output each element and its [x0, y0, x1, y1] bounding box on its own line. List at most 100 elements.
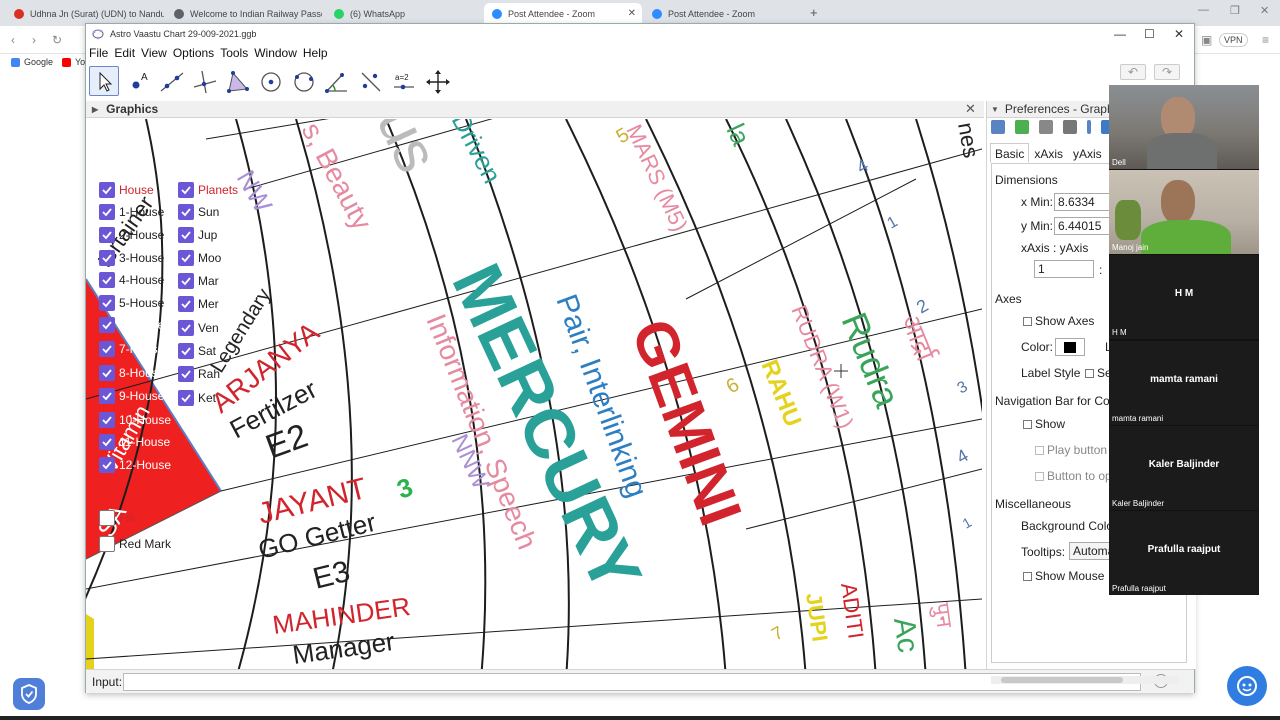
graphics-settings-icon[interactable] — [991, 120, 1005, 134]
close-graphics-view-icon[interactable]: ✕ — [965, 101, 976, 117]
input-field[interactable] — [123, 673, 1141, 691]
undo-button[interactable]: ↶ — [1120, 64, 1146, 80]
sidebar-icon[interactable]: ▣ — [1201, 33, 1212, 47]
graphics-view-header: ▶ Graphics — [86, 101, 984, 118]
chat-bot-icon — [1237, 676, 1257, 696]
menu-window[interactable]: Window — [254, 46, 297, 60]
menu-help[interactable]: Help — [303, 46, 328, 60]
reflect-tool-button[interactable] — [355, 66, 385, 96]
participant-tile-prafulla[interactable]: Prafulla raajput Prafulla raajput — [1109, 511, 1259, 595]
move-view-tool-button[interactable] — [422, 66, 452, 96]
point-tool-button[interactable]: A — [123, 66, 153, 96]
play-button-checkbox[interactable]: Play button — [1035, 443, 1107, 457]
menu-icon[interactable]: ≡ — [1262, 33, 1269, 47]
checkbox-planet-jup[interactable]: Jup — [178, 227, 217, 243]
menu-tools[interactable]: Tools — [220, 46, 248, 60]
checkbox-planets[interactable]: Planets — [178, 182, 238, 198]
checkbox-house-2[interactable]: 2-House — [99, 227, 164, 243]
back-icon[interactable]: ‹ — [11, 33, 15, 47]
line-tool-button[interactable] — [156, 66, 186, 96]
participant-tile-hm[interactable]: H M H M — [1109, 255, 1259, 339]
label-aditi: ADITI — [836, 581, 869, 640]
collapse-triangle-icon[interactable]: ▶ — [92, 105, 98, 114]
participant-tile-kaler[interactable]: Kaler Baljinder Kaler Baljinder — [1109, 426, 1259, 510]
minimize-icon[interactable]: — — [1114, 27, 1126, 41]
browser-tab-zoom-active[interactable]: Post Attendee - Zoom ✕ — [484, 3, 642, 25]
menu-edit[interactable]: Edit — [114, 46, 135, 60]
slider-tool-button[interactable]: a=2 — [388, 66, 418, 96]
bookmark-google[interactable]: Google — [11, 57, 53, 67]
browser-tab-whatsapp[interactable]: (6) WhatsApp — [326, 3, 482, 25]
chat-assistant-button[interactable] — [1227, 666, 1267, 706]
redo-button[interactable]: ↷ — [1154, 64, 1180, 80]
checkbox-house-3[interactable]: 3-House — [99, 250, 164, 266]
button-to-open-checkbox[interactable]: Button to op — [1035, 469, 1112, 483]
checkbox-red-mark[interactable]: Red Mark — [99, 536, 171, 552]
checkbox-fill[interactable]: Fill — [99, 510, 134, 526]
circle-three-points-tool-button[interactable] — [288, 66, 318, 96]
browser-tab-zoom[interactable]: Post Attendee - Zoom — [644, 3, 802, 25]
show-axes-checkbox[interactable]: Show Axes — [1023, 314, 1094, 328]
checkbox-planet-mar[interactable]: Mar — [178, 273, 219, 289]
browser-shield-button[interactable] — [13, 678, 45, 710]
participant-tile-mamta[interactable]: mamta ramani mamta ramani — [1109, 341, 1259, 425]
maximize-icon[interactable]: ☐ — [1144, 27, 1155, 41]
checkbox-planet-mer[interactable]: Mer — [178, 296, 219, 312]
checkbox-planet-rah[interactable]: Rah — [178, 366, 220, 382]
checkbox-planet-moo[interactable]: Moo — [178, 250, 221, 266]
checkbox-house-5[interactable]: 5-House — [99, 295, 164, 311]
polygon-tool-button[interactable] — [222, 66, 252, 96]
checkbox-house-1[interactable]: 1-House — [99, 204, 164, 220]
bookmark-youtube[interactable]: Yo — [62, 57, 85, 67]
menu-file[interactable]: File — [89, 46, 108, 60]
checkbox-house-12[interactable]: 12-House — [99, 457, 171, 473]
checkbox-house-10[interactable]: 10-House — [99, 412, 171, 428]
spreadsheet-settings-icon[interactable] — [1039, 120, 1053, 134]
reload-icon[interactable]: ↻ — [52, 33, 62, 47]
show-mouse-coords-checkbox[interactable]: Show Mouse — [1023, 569, 1104, 583]
tab-basic[interactable]: Basic — [990, 143, 1030, 163]
label-style-serif-checkbox[interactable]: Se — [1085, 366, 1112, 380]
minimize-icon[interactable]: — — [1198, 4, 1209, 16]
vpn-badge[interactable]: VPN — [1219, 33, 1248, 47]
checkbox-house-4[interactable]: 4-House — [99, 272, 164, 288]
checkbox-house-9[interactable]: 9-House — [99, 388, 164, 404]
move-tool-button[interactable] — [89, 66, 119, 96]
checkbox-house-11[interactable]: 11-House — [99, 434, 170, 450]
checkbox-house[interactable]: House — [99, 182, 154, 198]
browser-tab-railway[interactable]: Udhna Jn (Surat) (UDN) to Nandurb — [6, 3, 164, 25]
perpendicular-tool-button[interactable] — [189, 66, 219, 96]
circle-tool-button[interactable] — [255, 66, 285, 96]
axis-ratio-input[interactable]: 1 — [1034, 260, 1094, 278]
tab-xaxis[interactable]: xAxis — [1029, 143, 1068, 163]
graphics-canvas[interactable]: tertainer NW s, Beauty us Driven MARS (M… — [86, 119, 982, 669]
tab-yaxis[interactable]: yAxis — [1068, 143, 1107, 163]
close-icon[interactable]: ✕ — [1174, 27, 1184, 41]
new-tab-button[interactable]: + — [810, 5, 818, 20]
participant-tile-manoj[interactable]: Manoj jain — [1109, 170, 1259, 254]
checkbox-house-8[interactable]: 8-House — [99, 365, 164, 381]
layout-settings-icon[interactable] — [1087, 120, 1091, 134]
nav-show-checkbox[interactable]: Show — [1023, 417, 1065, 431]
cas-settings-icon[interactable] — [1063, 120, 1077, 134]
checkbox-planet-ket[interactable]: Ket — [178, 390, 216, 406]
algebra-settings-icon[interactable] — [1015, 120, 1029, 134]
checkbox-house-6[interactable]: 6-House — [99, 317, 164, 333]
menu-options[interactable]: Options — [173, 46, 214, 60]
participant-tile-dell[interactable]: Dell — [1109, 85, 1259, 169]
checkbox-planet-sun[interactable]: Sun — [178, 204, 219, 220]
scrollbar-thumb[interactable] — [1001, 677, 1123, 683]
collapse-triangle-icon[interactable]: ▼ — [991, 105, 999, 114]
menu-view[interactable]: View — [141, 46, 167, 60]
forward-icon[interactable]: › — [32, 33, 36, 47]
checkbox-planet-sat[interactable]: Sat — [178, 343, 216, 359]
close-tab-icon[interactable]: ✕ — [628, 8, 636, 19]
checkbox-planet-ven[interactable]: Ven — [178, 320, 219, 336]
angle-tool-button[interactable] — [321, 66, 351, 96]
restore-icon[interactable]: ❐ — [1230, 4, 1240, 17]
checkbox-house-7[interactable]: 7-House — [99, 341, 164, 357]
browser-tab-irctc[interactable]: Welcome to Indian Railway Passeng — [166, 3, 322, 25]
close-window-icon[interactable]: ✕ — [1260, 4, 1269, 17]
preferences-horizontal-scrollbar[interactable] — [991, 676, 1179, 684]
axes-color-swatch[interactable] — [1055, 338, 1085, 356]
